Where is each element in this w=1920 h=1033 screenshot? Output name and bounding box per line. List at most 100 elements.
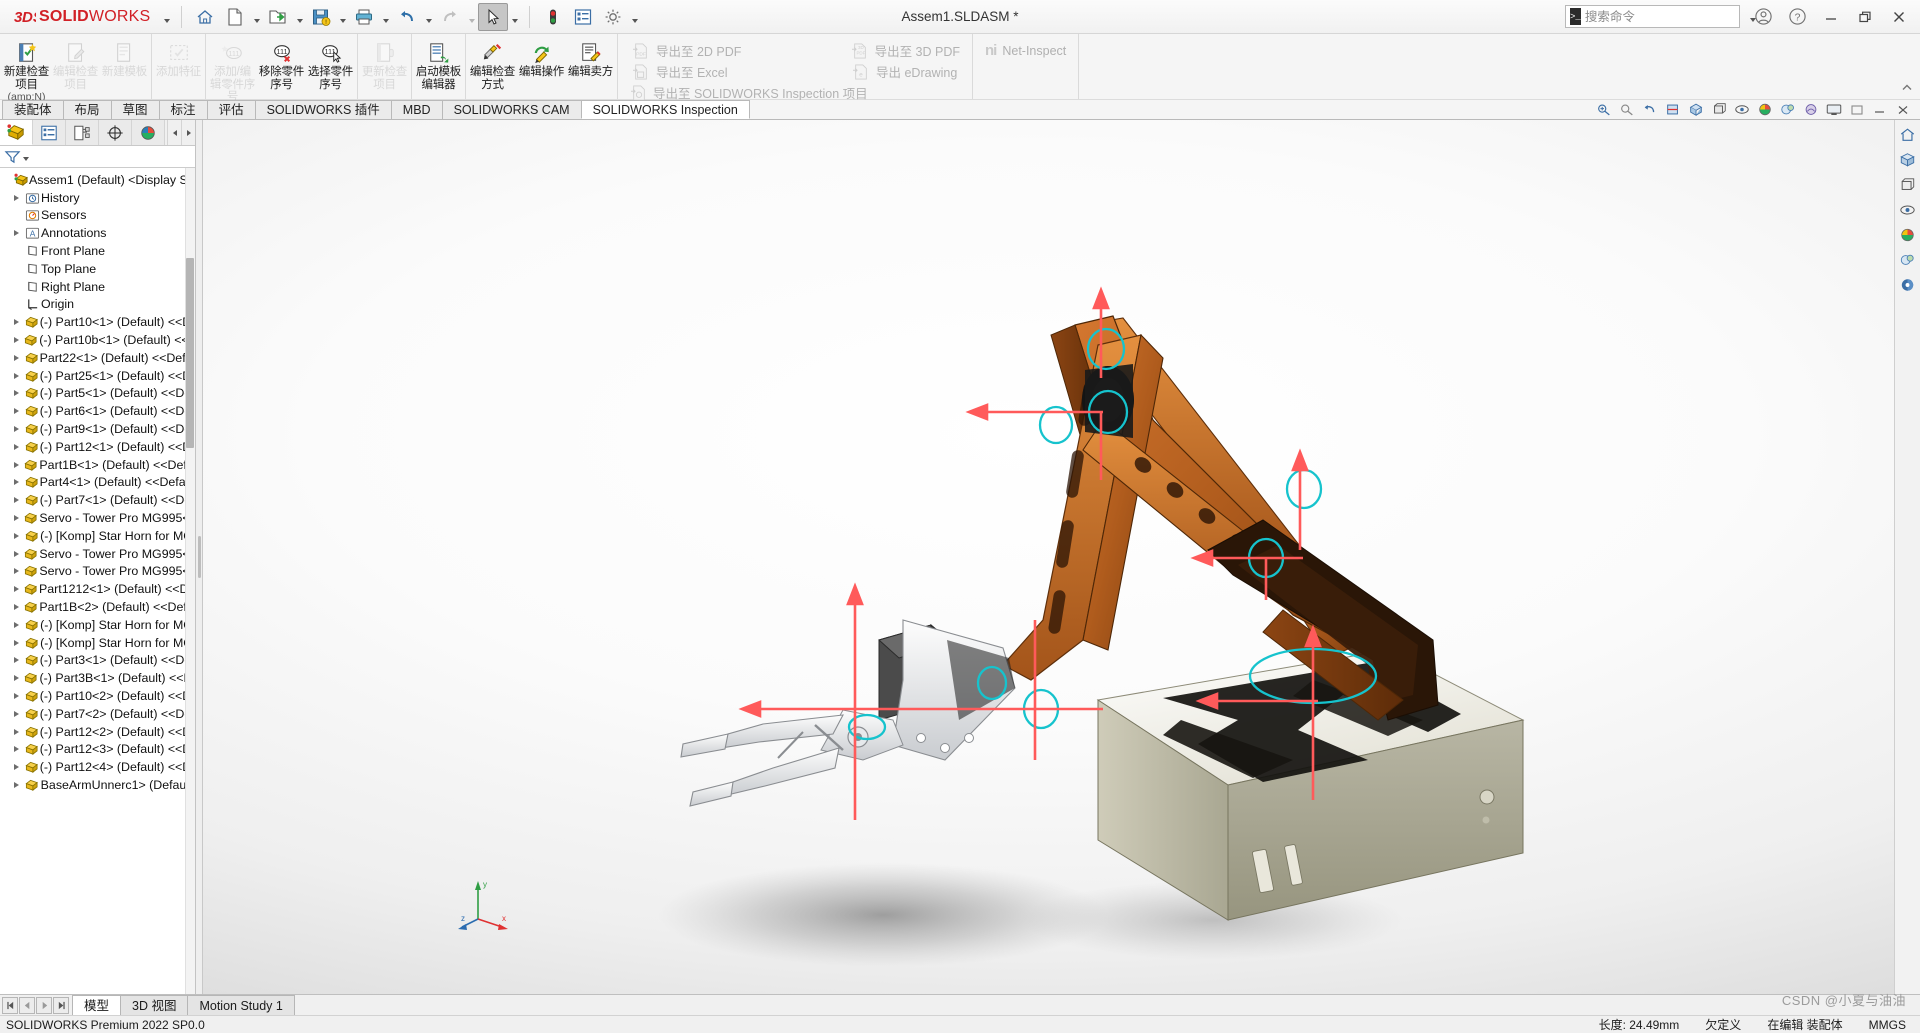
prev-config-button[interactable] xyxy=(19,996,35,1014)
new-document-caret[interactable] xyxy=(250,3,263,31)
view-settings-panel-icon[interactable] xyxy=(1897,274,1919,296)
feature-tree-item[interactable]: Front Plane xyxy=(0,242,195,260)
tab-layout[interactable]: 布局 xyxy=(62,100,112,119)
net-inspect-item[interactable]: ni Net-Inspect xyxy=(975,36,1076,59)
print-button[interactable] xyxy=(349,3,379,31)
apply-scene-panel-icon[interactable] xyxy=(1897,249,1919,271)
dimxpert-manager-tab[interactable] xyxy=(99,120,132,145)
update-inspection-project-button[interactable]: 更新检查项目 xyxy=(360,36,409,92)
expand-arrow-icon[interactable] xyxy=(10,781,23,788)
hide-show-items-icon[interactable] xyxy=(1897,199,1919,221)
options-caret[interactable] xyxy=(628,3,641,31)
feature-tree-scrollbar[interactable] xyxy=(185,168,195,994)
expand-arrow-icon[interactable] xyxy=(10,639,23,646)
select-button[interactable] xyxy=(478,2,509,31)
rebuild-button[interactable] xyxy=(538,3,568,31)
scene-icon[interactable] xyxy=(1777,100,1799,119)
bottom-tab-motion-study[interactable]: Motion Study 1 xyxy=(187,995,295,1015)
feature-tree-item[interactable]: BaseArmUnnerc1> (Default) xyxy=(0,776,195,794)
document-minimize-button[interactable] xyxy=(1846,100,1868,119)
feature-tree-item[interactable]: (-) Part7<1> (Default) <<Defa xyxy=(0,491,195,509)
new-document-button[interactable] xyxy=(220,3,250,31)
expand-arrow-icon[interactable] xyxy=(10,604,22,611)
expand-arrow-icon[interactable] xyxy=(10,426,22,433)
view-settings-icon[interactable] xyxy=(1823,100,1845,119)
feature-tree-item[interactable]: (-) [Komp] Star Horn for MG9 xyxy=(0,616,195,634)
bottom-tab-model[interactable]: 模型 xyxy=(72,995,122,1015)
feature-tree-item[interactable]: (-) Part12<2> (Default) <<Def xyxy=(0,723,195,741)
view-home-icon[interactable] xyxy=(1897,124,1919,146)
feature-tree-item[interactable]: Part1212<1> (Default) <<Defa xyxy=(0,580,195,598)
edit-operation-button[interactable]: 编辑操作 xyxy=(517,36,566,80)
add-edit-balloon-button[interactable]: 111 添加/编辑零件序号 xyxy=(208,36,257,105)
remove-balloon-button[interactable]: 111 移除零件序号 xyxy=(257,36,306,92)
expand-arrow-icon[interactable] xyxy=(10,568,22,575)
expand-arrow-icon[interactable] xyxy=(10,461,22,468)
feature-tree-item[interactable]: (-) Part6<1> (Default) <<Defa xyxy=(0,402,195,420)
feature-tree-item[interactable]: (-) Part25<1> (Default) <<Def xyxy=(0,367,195,385)
account-button[interactable] xyxy=(1746,2,1780,32)
feature-tree-item[interactable]: A Annotations xyxy=(0,224,195,242)
feature-tree-item[interactable]: Sensors xyxy=(0,207,195,225)
expand-arrow-icon[interactable] xyxy=(10,710,22,717)
gripper[interactable] xyxy=(680,709,904,807)
expand-arrow-icon[interactable] xyxy=(10,675,22,682)
expand-arrow-icon[interactable] xyxy=(10,515,22,522)
redo-caret[interactable] xyxy=(465,3,478,31)
expand-arrow-icon[interactable] xyxy=(10,764,22,771)
feature-tree-item[interactable]: Part1B<2> (Default) <<Defaul xyxy=(0,598,195,616)
edit-vendor-button[interactable]: 编辑卖方 xyxy=(566,36,615,80)
feature-tree-item[interactable]: Servo - Tower Pro MG995<3> xyxy=(0,563,195,581)
property-manager-tab[interactable] xyxy=(33,120,66,145)
expand-arrow-icon[interactable] xyxy=(10,408,22,415)
filter-caret-icon[interactable] xyxy=(23,156,29,161)
expand-arrow-icon[interactable] xyxy=(10,194,23,201)
print-caret[interactable] xyxy=(379,3,392,31)
feature-tree-item[interactable]: History xyxy=(0,189,195,207)
expand-arrow-icon[interactable] xyxy=(10,497,22,504)
export-edrawing-item[interactable]: e 导出 eDrawing xyxy=(850,61,960,82)
expand-arrow-icon[interactable] xyxy=(10,746,22,753)
tab-sketch[interactable]: 草图 xyxy=(110,100,160,119)
feature-tree-item[interactable]: (-) Part10<2> (Default) <<Def xyxy=(0,687,195,705)
document-restore-button[interactable] xyxy=(1869,100,1891,119)
undo-button[interactable] xyxy=(392,3,422,31)
search-input[interactable] xyxy=(1584,9,1746,24)
feature-tree-item[interactable]: (-) Part12<1> (Default) <<Def xyxy=(0,438,195,456)
new-inspection-project-button[interactable]: 新建检查项目 (amp;N) xyxy=(2,36,51,104)
redo-button[interactable] xyxy=(435,3,465,31)
feature-tree-item[interactable]: (-) Part10<1> (Default) <<Def xyxy=(0,313,195,331)
section-view-icon[interactable] xyxy=(1662,100,1684,119)
expand-arrow-icon[interactable] xyxy=(10,372,22,379)
undo-caret[interactable] xyxy=(422,3,435,31)
expand-arrow-icon[interactable] xyxy=(10,479,22,486)
panel-splitter[interactable] xyxy=(196,120,203,994)
save-caret[interactable] xyxy=(336,3,349,31)
feature-tree[interactable]: Assem1 (Default) <Display State-1 History… xyxy=(0,168,195,994)
feature-tree-tab[interactable] xyxy=(0,120,33,145)
feature-tree-item[interactable]: (-) [Komp] Star Horn for MG9 xyxy=(0,527,195,545)
display-manager-tab[interactable] xyxy=(132,120,165,145)
fm-next-tab-button[interactable] xyxy=(181,120,195,145)
view-orientation-icon[interactable] xyxy=(1685,100,1707,119)
tab-evaluate[interactable]: 评估 xyxy=(206,100,256,119)
expand-arrow-icon[interactable] xyxy=(10,693,22,699)
last-config-button[interactable] xyxy=(53,996,69,1014)
previous-view-icon[interactable] xyxy=(1639,100,1661,119)
expand-arrow-icon[interactable] xyxy=(10,443,22,450)
expand-arrow-icon[interactable] xyxy=(10,230,23,237)
feature-tree-item[interactable]: Part4<1> (Default) <<Default: xyxy=(0,474,195,492)
status-units[interactable]: MMGS xyxy=(1869,1018,1906,1032)
feature-tree-item[interactable]: Origin xyxy=(0,296,195,314)
file-properties-button[interactable] xyxy=(568,3,598,31)
expand-arrow-icon[interactable] xyxy=(10,550,22,557)
solidworks-logo[interactable]: 3 DS SOLIDWORKS xyxy=(0,0,160,34)
tab-mbd[interactable]: MBD xyxy=(390,100,443,119)
base-box[interactable] xyxy=(1096,649,1525,921)
feature-tree-item[interactable]: (-) Part3<1> (Default) <<Defa xyxy=(0,652,195,670)
zoom-area-icon[interactable] xyxy=(1616,100,1638,119)
open-document-button[interactable] xyxy=(263,3,293,31)
feature-tree-item[interactable]: Servo - Tower Pro MG995<2> xyxy=(0,545,195,563)
select-balloon-button[interactable]: 111 选择零件序号 xyxy=(306,36,355,92)
command-search[interactable]: >_ xyxy=(1565,5,1756,28)
